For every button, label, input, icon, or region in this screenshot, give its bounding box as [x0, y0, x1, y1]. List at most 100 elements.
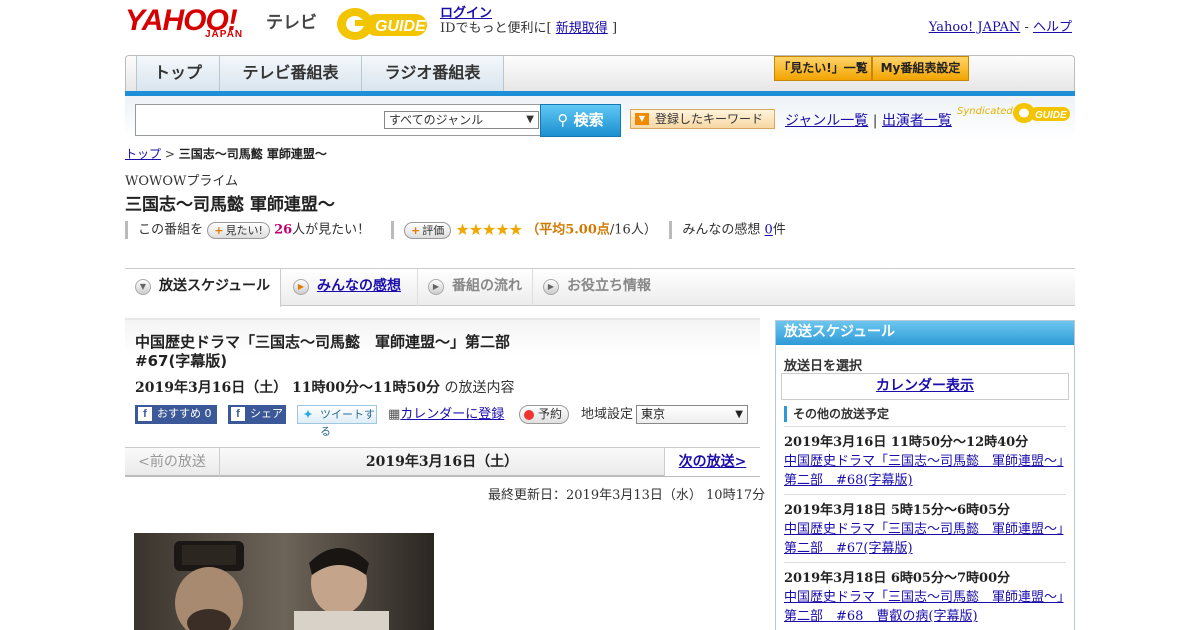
tab-kanso-label: みんなの感想: [317, 278, 401, 294]
other-item-link[interactable]: 中国歴史ドラマ「三国志～司馬懿 軍師連盟～」第二部 #67(字幕版): [784, 522, 1064, 556]
rating-average-label: 平均5.00点: [539, 222, 610, 238]
mitai-button[interactable]: + 見たい!: [207, 221, 270, 239]
breadcrumb-current: 三国志～司馬懿 軍師連盟～: [178, 147, 327, 161]
kanso-count-link[interactable]: 0: [765, 223, 773, 238]
breadcrumb-top-link[interactable]: トップ: [125, 147, 161, 161]
link-separator: -: [1020, 20, 1033, 35]
svg-text:GUIDE: GUIDE: [1035, 110, 1067, 121]
facebook-icon: f: [231, 407, 245, 421]
divider: [390, 221, 394, 239]
login-sub-prefix: IDでもっと便利に[: [440, 21, 552, 36]
login-link[interactable]: ログイン: [440, 6, 492, 21]
reserve-label: 予約: [538, 407, 563, 421]
last-updated: 最終更新日：2019年3月13日（水） 10時17分: [488, 488, 766, 503]
rate-button-label: 評価: [422, 223, 445, 237]
main-nav: トップ テレビ番組表 ラジオ番組表 「見たい!」一覧 My番組表設定: [125, 55, 1075, 91]
twitter-bird-icon: ✦: [303, 409, 313, 421]
breadcrumb-separator: >: [161, 147, 179, 161]
nav-top[interactable]: トップ: [136, 56, 220, 91]
divider: [125, 221, 128, 239]
nav-radio-schedule[interactable]: ラジオ番組表: [362, 56, 504, 91]
region-select[interactable]: 東京 ▼: [636, 405, 748, 424]
rating-stars-icon: ★★★★★: [455, 220, 523, 239]
select-date-label: 放送日を選択: [784, 359, 863, 374]
next-broadcast-link[interactable]: 次の放送>: [664, 448, 760, 476]
genre-select-value: すべてのジャンル: [389, 113, 484, 127]
registered-keyword-label: 登録したキーワード: [655, 112, 764, 126]
list-item: 2019年3月18日 5時15分～6時05分 中国歴史ドラマ「三国志～司馬懿 軍…: [784, 494, 1066, 558]
kanso-label: みんなの感想: [682, 222, 761, 238]
list-item: 2019年3月18日 6時05分～7時00分 中国歴史ドラマ「三国志～司馬懿 軍…: [784, 562, 1066, 626]
help-link[interactable]: ヘルプ: [1033, 20, 1072, 35]
episode-title: 中国歴史ドラマ「三国志～司馬懿 軍師連盟～」第二部 #67(字幕版): [135, 333, 745, 371]
tab-info: ▶ お役立ち情報: [532, 269, 662, 306]
syndicated-label: Syndicated: [957, 106, 1013, 117]
calendar-view-button[interactable]: カレンダー表示: [781, 373, 1069, 400]
episode-datetime-value: 2019年3月16日（土） 11時00分～11時50分: [135, 380, 440, 396]
channel-name: WOWOWプライム: [125, 174, 239, 189]
region-label: 地域設定: [581, 407, 634, 422]
mitai-list-button[interactable]: 「見たい!」一覧: [774, 56, 872, 81]
top-right-links: Yahoo! JAPAN - ヘルプ: [929, 16, 1072, 35]
reserve-button[interactable]: 予約: [519, 405, 570, 424]
episode-title-line1: 中国歴史ドラマ「三国志～司馬懿 軍師連盟～」第二部: [135, 333, 511, 351]
mitai-suffix: 人が見たい！: [292, 222, 371, 238]
search-row: すべてのジャンル ▼ ⚲ 検索 ▼ 登録したキーワード ジャンル一覧 | 出演者…: [125, 96, 1075, 140]
facebook-recommend-button[interactable]: f おすすめ 0: [135, 405, 217, 424]
calendar-register-label: カレンダーに登録: [400, 407, 505, 422]
search-button-label: 検索: [573, 111, 604, 129]
other-item-link[interactable]: 中国歴史ドラマ「三国志～司馬懿 軍師連盟～」第二部 #68(字幕版): [784, 454, 1064, 488]
gguide-logo[interactable]: GUIDE: [335, 6, 431, 42]
region-select-value: 東京: [641, 407, 666, 421]
episode-datetime: 2019年3月16日（土） 11時00分～11時50分 の放送内容: [135, 377, 514, 397]
tab-kanso[interactable]: ▶ みんなの感想: [283, 269, 415, 306]
share-row: f おすすめ 0 f シェア ✦ ツイートする ▦カレンダーに登録 予約 地域設定 東…: [135, 405, 755, 438]
plus-icon: +: [411, 223, 421, 237]
next-broadcast-label: 次の放送>: [678, 454, 747, 470]
facebook-share-button[interactable]: f シェア: [228, 405, 286, 424]
other-schedule-heading: その他の放送予定: [784, 406, 889, 422]
register-link[interactable]: 新規取得: [556, 21, 608, 36]
tab-flow-label: 番組の流れ: [452, 278, 522, 294]
kanso-suffix: 件: [772, 222, 786, 238]
divider: [669, 221, 673, 239]
nav-tv-schedule[interactable]: テレビ番組表: [220, 56, 362, 91]
genre-list-link[interactable]: ジャンル一覧: [785, 113, 868, 129]
genre-select[interactable]: すべてのジャンル ▼: [384, 111, 539, 129]
mitai-button-label: 見たい!: [225, 223, 263, 237]
tab-schedule[interactable]: ▼ 放送スケジュール: [125, 269, 281, 307]
rating-row: この番組を + 見たい! 26人が見たい！ + 評価 ★★★★★ （平均5.00点/…: [125, 220, 786, 240]
tweet-button[interactable]: ✦ ツイートする: [297, 405, 377, 438]
facebook-share-label: シェア: [250, 407, 283, 420]
play-icon: ▶: [293, 279, 309, 295]
schedule-sidebar: 放送スケジュール 放送日を選択 カレンダー表示 その他の放送予定 2019年3月…: [775, 320, 1075, 630]
calendar-register-link[interactable]: ▦カレンダーに登録: [388, 405, 504, 425]
performer-list-link[interactable]: 出演者一覧: [882, 113, 952, 129]
program-still-image: [134, 533, 434, 630]
my-schedule-button[interactable]: My番組表設定: [872, 56, 969, 81]
genre-links: ジャンル一覧 | 出演者一覧: [785, 110, 952, 130]
play-icon: ▶: [428, 279, 444, 295]
page-title: 三国志～司馬懿 軍師連盟～: [125, 195, 335, 215]
other-item-when: 2019年3月16日 11時50分～12時40分: [784, 435, 1029, 450]
mitai-count: 26: [274, 222, 293, 238]
tab-info-label: お役立ち情報: [567, 278, 651, 294]
episode-datetime-suffix: の放送内容: [444, 380, 515, 396]
program-tabs: ▼ 放送スケジュール ▶ みんなの感想 ▶ 番組の流れ ▶ お役立ち情報: [125, 268, 1075, 307]
facebook-recommend-label: おすすめ 0: [157, 407, 212, 420]
chevron-down-icon: ▼: [135, 279, 151, 295]
other-item-link[interactable]: 中国歴史ドラマ「三国志～司馬懿 軍師連盟～」第二部 #68 曹叡の病(字幕版): [784, 590, 1064, 624]
login-box: ログイン IDでもっと便利に[ 新規取得 ]: [440, 6, 617, 36]
search-button[interactable]: ⚲ 検索: [540, 104, 621, 137]
gguide-logo-icon: GUIDE: [337, 8, 427, 40]
rating-average-open: （: [526, 222, 540, 238]
tab-flow: ▶ 番組の流れ: [417, 269, 531, 306]
other-item-when: 2019年3月18日 6時05分～7時00分: [784, 571, 1011, 586]
login-sub-suffix: ]: [611, 21, 618, 36]
yahoo-japan-link[interactable]: Yahoo! JAPAN: [929, 20, 1021, 35]
search-icon: ⚲: [557, 111, 569, 129]
rate-button[interactable]: + 評価: [404, 221, 452, 239]
calendar-icon: ▦: [388, 407, 401, 422]
registered-keyword-button[interactable]: ▼ 登録したキーワード: [630, 109, 775, 129]
record-dot-icon: [524, 410, 534, 420]
